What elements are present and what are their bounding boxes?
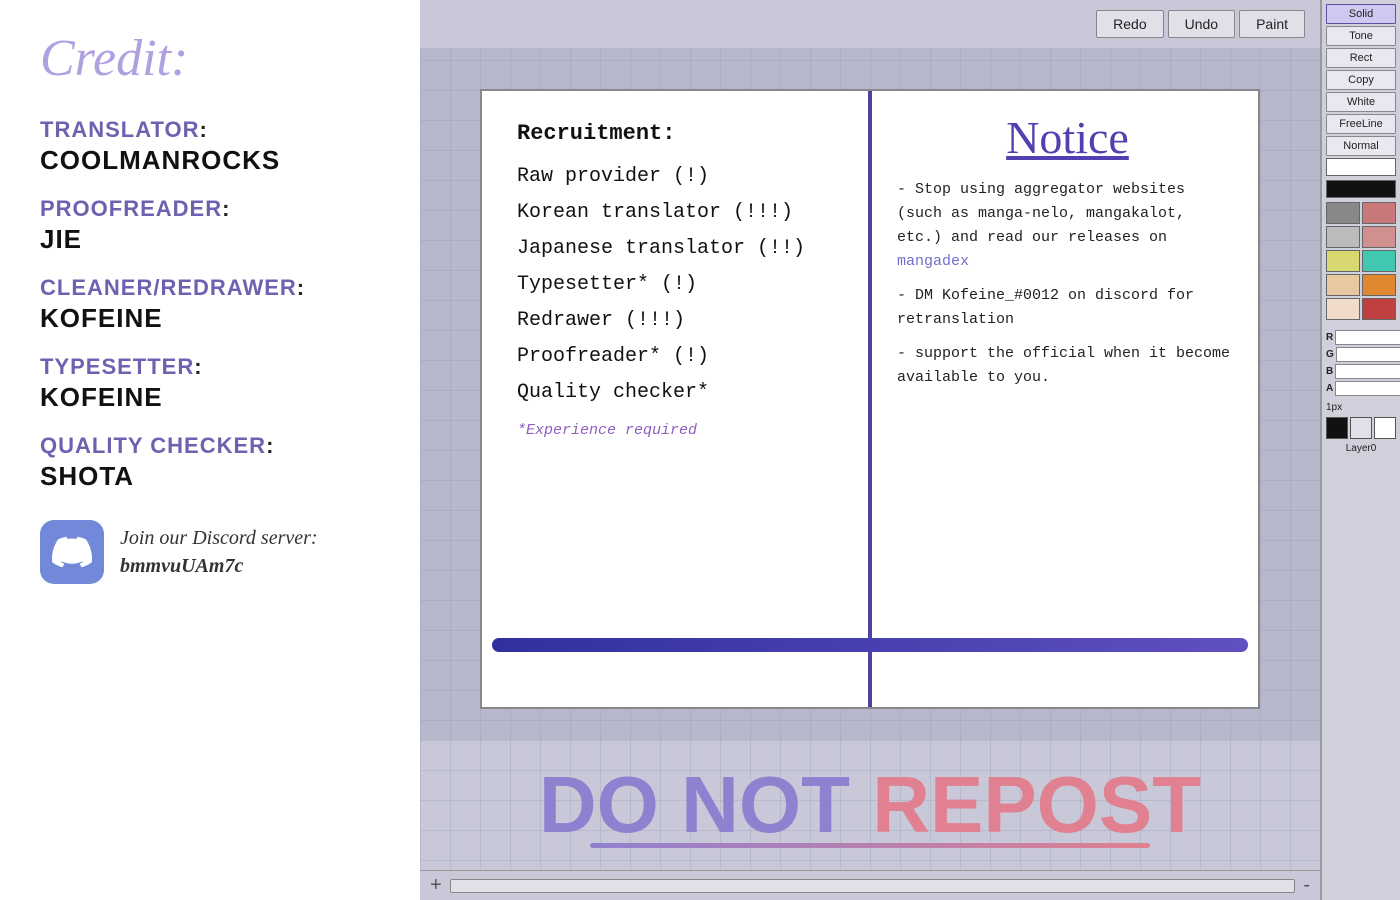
r-input[interactable]	[1335, 330, 1400, 345]
experience-note: *Experience required	[517, 422, 848, 439]
recruitment-item-7: Quality checker*	[517, 378, 848, 408]
recruitment-title: Recruitment:	[517, 121, 848, 146]
a-label: A	[1326, 383, 1333, 394]
main-area: Redo Undo Paint Recruitment: Raw provide…	[420, 0, 1320, 900]
do-not-repost-text: DO NOT REPOST	[539, 765, 1201, 845]
white-swatch[interactable]	[1326, 158, 1396, 176]
fg-color[interactable]	[1326, 417, 1348, 439]
quality-name: SHOTA	[40, 461, 390, 492]
copy-tool[interactable]: Copy	[1326, 70, 1396, 90]
notice-bullet-1: - Stop using aggregator websites (such a…	[897, 178, 1238, 274]
mangadex-link[interactable]: mangadex	[897, 253, 969, 270]
typesetter-name: KOFEINE	[40, 382, 390, 413]
canvas-left: Recruitment: Raw provider (!) Korean tra…	[482, 91, 872, 707]
g-row: G	[1326, 347, 1396, 362]
proofreader-label: PROOFREADER:	[40, 196, 390, 222]
role-translator: TRANSLATOR: COOLMANROCKS	[40, 105, 390, 176]
canvas-wrapper: Recruitment: Raw provider (!) Korean tra…	[420, 48, 1320, 740]
undo-button[interactable]: Undo	[1168, 10, 1235, 38]
canvas: Recruitment: Raw provider (!) Korean tra…	[480, 89, 1260, 709]
tone-tool[interactable]: Tone	[1326, 26, 1396, 46]
px-row: 1px	[1326, 402, 1396, 413]
discord-section: Join our Discord server: bmmvuUAm7c	[40, 520, 390, 584]
cleaner-label: CLEANER/REDRAWER:	[40, 275, 390, 301]
recruitment-item-4: Typesetter* (!)	[517, 270, 848, 300]
zoom-minus[interactable]: -	[1303, 874, 1310, 897]
role-typesetter: TYPESETTER: KOFEINE	[40, 342, 390, 413]
repost-part: REPOST	[872, 760, 1201, 849]
translator-label: TRANSLATOR:	[40, 117, 390, 143]
role-cleaner: CLEANER/REDRAWER: KOFEINE	[40, 263, 390, 334]
r-label: R	[1326, 332, 1333, 343]
freeline-tool[interactable]: FreeLine	[1326, 114, 1396, 134]
canvas-right: Notice - Stop using aggregator websites …	[872, 91, 1258, 707]
px-value: 1px	[1326, 402, 1342, 413]
color-teal[interactable]	[1362, 250, 1396, 272]
recruitment-item-2: Korean translator (!!!)	[517, 198, 848, 228]
layer-label: Layer0	[1346, 443, 1377, 454]
horizontal-scrollbar[interactable]	[450, 879, 1296, 893]
recruitment-item-3: Japanese translator (!!)	[517, 234, 848, 264]
recruitment-item-6: Proofreader* (!)	[517, 342, 848, 372]
typesetter-label: TYPESETTER:	[40, 354, 390, 380]
cleaner-name: KOFEINE	[40, 303, 390, 334]
black-swatch[interactable]	[1326, 180, 1396, 198]
color-gray[interactable]	[1326, 202, 1360, 224]
recruitment-item-1: Raw provider (!)	[517, 162, 848, 192]
color-pink[interactable]	[1362, 202, 1396, 224]
solid-tool[interactable]: Solid	[1326, 4, 1396, 24]
color-lightgray[interactable]	[1326, 226, 1360, 248]
white-tool[interactable]: White	[1326, 92, 1396, 112]
discord-text: Join our Discord server: bmmvuUAm7c	[120, 524, 318, 580]
paint-button[interactable]: Paint	[1239, 10, 1305, 38]
notice-text: - Stop using aggregator websites (such a…	[897, 178, 1238, 390]
color-lightskin[interactable]	[1326, 298, 1360, 320]
credit-title: Credit:	[40, 30, 390, 87]
color-yellow[interactable]	[1326, 250, 1360, 272]
layer-row: Layer0	[1326, 443, 1396, 454]
selected-colors	[1326, 417, 1396, 439]
color-salmon[interactable]	[1362, 226, 1396, 248]
notice-title: Notice	[897, 111, 1238, 164]
top-toolbar: Redo Undo Paint	[420, 0, 1320, 48]
rgb-section: R G B A	[1326, 328, 1396, 396]
zoom-plus[interactable]: +	[430, 874, 442, 897]
color-red[interactable]	[1362, 298, 1396, 320]
bg-color[interactable]	[1374, 417, 1396, 439]
role-quality: QUALITY CHECKER: SHOTA	[40, 421, 390, 492]
color-grid	[1326, 202, 1396, 320]
normal-tool[interactable]: Normal	[1326, 136, 1396, 156]
b-label: B	[1326, 366, 1333, 377]
r-row: R	[1326, 330, 1396, 345]
a-input[interactable]	[1335, 381, 1400, 396]
discord-logo-icon	[52, 532, 92, 572]
quality-label: QUALITY CHECKER:	[40, 433, 390, 459]
purple-bar	[492, 638, 1248, 652]
do-not-part: DO NOT	[539, 760, 872, 849]
right-panel: Solid Tone Rect Copy White FreeLine Norm…	[1320, 0, 1400, 900]
recruitment-item-5: Redrawer (!!!)	[517, 306, 848, 336]
color-skin[interactable]	[1326, 274, 1360, 296]
discord-icon[interactable]	[40, 520, 104, 584]
translator-name: COOLMANROCKS	[40, 145, 390, 176]
left-panel: Credit: TRANSLATOR: COOLMANROCKS PROOFRE…	[0, 0, 420, 900]
b-input[interactable]	[1335, 364, 1400, 379]
g-input[interactable]	[1336, 347, 1400, 362]
g-label: G	[1326, 349, 1334, 360]
notice-bullet-2: - DM Kofeine_#0012 on discord for retran…	[897, 284, 1238, 332]
proofreader-name: JIE	[40, 224, 390, 255]
color-orange[interactable]	[1362, 274, 1396, 296]
bottom-bar: + -	[420, 870, 1320, 900]
a-row: A	[1326, 381, 1396, 396]
role-proofreader: PROOFREADER: JIE	[40, 184, 390, 255]
rect-tool[interactable]: Rect	[1326, 48, 1396, 68]
dnr-underline	[590, 843, 1150, 848]
notice-bullet-3: - support the official when it become av…	[897, 342, 1238, 390]
b-row: B	[1326, 364, 1396, 379]
mid-color[interactable]	[1350, 417, 1372, 439]
do-not-repost-section: DO NOT REPOST	[420, 740, 1320, 870]
redo-button[interactable]: Redo	[1096, 10, 1163, 38]
